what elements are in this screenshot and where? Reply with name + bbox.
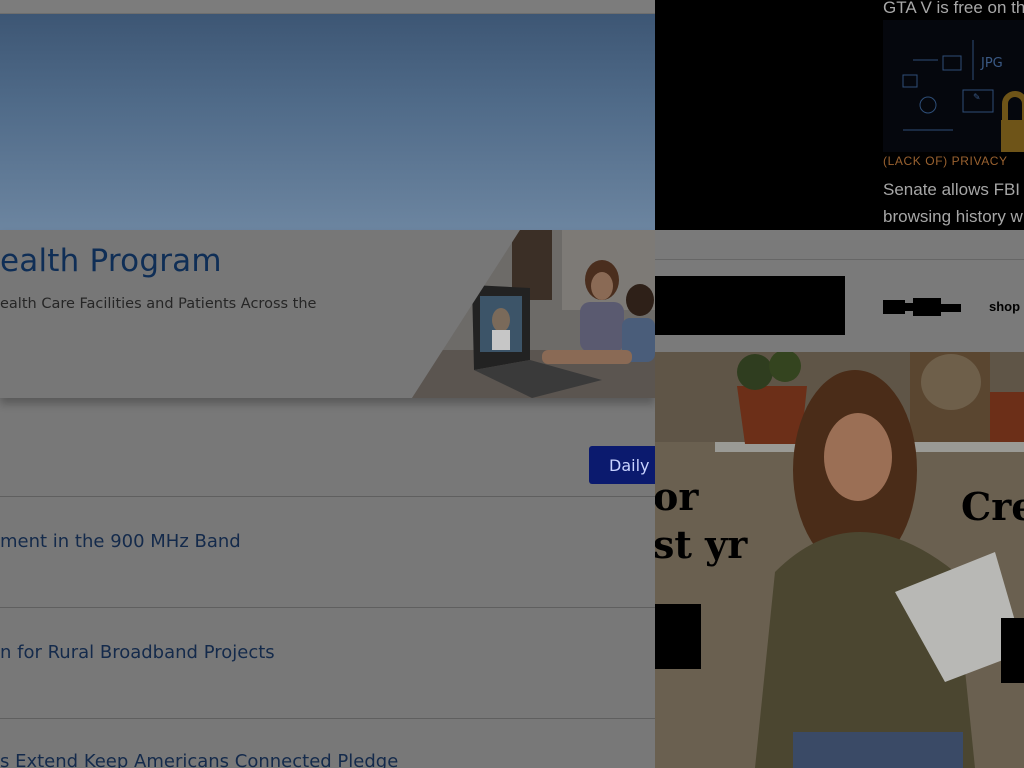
headline-link[interactable]: Senate allows FBI browsing history w xyxy=(883,176,1024,230)
article-category: (LACK OF) PRIVACY xyxy=(883,154,1008,168)
advertisement[interactable]: or st yr Cre xyxy=(655,352,1024,768)
news-item-link[interactable]: s Extend Keep Americans Connected Pledge xyxy=(0,751,398,768)
daily-digest-button[interactable]: Daily D xyxy=(589,446,655,484)
ad-cta-block[interactable] xyxy=(1001,618,1024,683)
telehealth-photo xyxy=(412,230,655,398)
ad-divider xyxy=(655,259,1024,260)
news-divider xyxy=(0,718,655,719)
privacy-article-image[interactable]: JPG ✎ xyxy=(883,20,1024,152)
news-item-link[interactable]: n for Rural Broadband Projects xyxy=(0,642,275,663)
shop-link[interactable]: shop xyxy=(989,299,1020,314)
ad-headline: st yr xyxy=(655,522,748,567)
headline-link[interactable]: GTA V is free on th xyxy=(883,0,1024,18)
brand-logo-icon xyxy=(883,298,961,316)
hero-image xyxy=(0,14,655,230)
ad-cta-block[interactable] xyxy=(655,604,701,669)
banner-subtitle: ealth Care Facilities and Patients Acros… xyxy=(0,296,317,312)
ad-headline: Cre xyxy=(961,484,1024,529)
news-divider xyxy=(0,496,655,497)
svg-text:JPG: JPG xyxy=(980,56,1003,71)
fcc-page: ealth Program ealth Care Facilities and … xyxy=(0,0,655,768)
banner-title[interactable]: ealth Program xyxy=(0,243,222,279)
news-widget: GTA V is free on th JPG ✎ (LACK OF) PRIV… xyxy=(655,0,1024,230)
top-bar xyxy=(0,0,655,14)
ad-bar: shop xyxy=(655,230,1024,352)
ad-redacted-block xyxy=(655,276,845,335)
news-item-link[interactable]: ment in the 900 MHz Band xyxy=(0,531,241,552)
ad-headline: or xyxy=(655,474,699,519)
svg-text:✎: ✎ xyxy=(973,93,981,103)
news-divider xyxy=(0,607,655,608)
